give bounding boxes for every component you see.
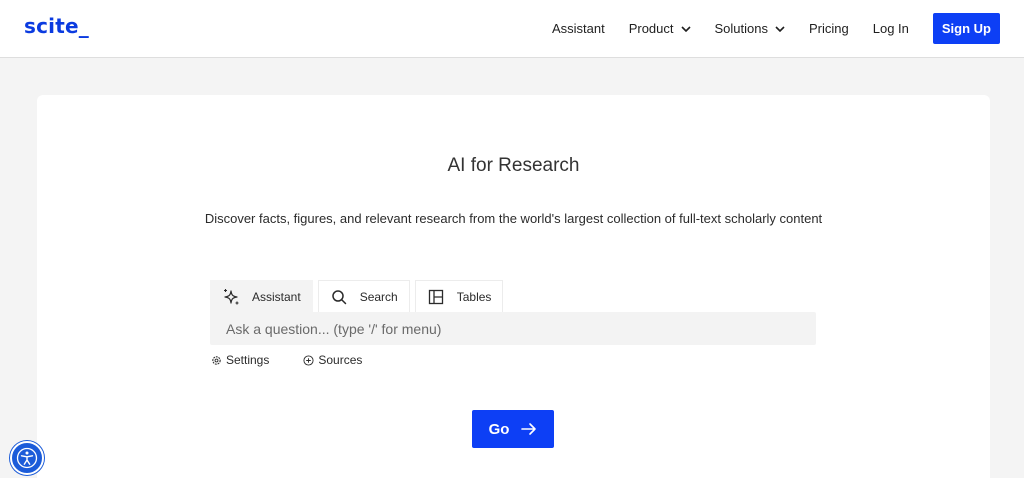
page-title: AI for Research	[447, 155, 580, 176]
settings-label: Settings	[226, 353, 270, 367]
tab-tables-label: Tables	[456, 290, 492, 304]
go-label: Go	[488, 420, 510, 438]
search-icon	[330, 288, 348, 306]
chevron-down-icon	[775, 25, 785, 32]
go-button[interactable]: Go	[472, 410, 554, 448]
nav-login[interactable]: Log In	[873, 21, 909, 36]
sources-label: Sources	[318, 353, 363, 367]
scite-logo[interactable]: scite_	[24, 14, 89, 38]
tab-assistant-label: Assistant	[252, 290, 301, 304]
tab-assistant[interactable]: Assistant	[210, 280, 313, 313]
top-navigation-bar: scite_ Assistant Product Solutions Prici…	[0, 0, 1024, 58]
nav-solutions-label: Solutions	[714, 21, 768, 36]
arrow-right-icon	[521, 423, 537, 435]
settings-button[interactable]: Settings	[211, 353, 269, 367]
sign-up-button[interactable]: Sign Up	[932, 13, 1000, 44]
nav-product-label: Product	[628, 21, 674, 36]
main-nav: Assistant Product Solutions Pricing Log …	[528, 13, 1000, 44]
table-icon	[427, 288, 445, 306]
nav-assistant-label: Assistant	[551, 21, 605, 36]
query-options: Settings Sources	[211, 353, 396, 367]
chevron-down-icon	[680, 25, 691, 32]
nav-login-label: Log In	[872, 21, 909, 36]
sources-button[interactable]: Sources	[303, 353, 362, 367]
page-subtitle: Discover facts, figures, and relevant re…	[204, 211, 823, 226]
nav-product[interactable]: Product	[629, 21, 691, 36]
accessibility-icon	[16, 447, 38, 469]
nav-solutions[interactable]: Solutions	[715, 21, 785, 36]
mode-tabs: Assistant Search Tables	[210, 280, 508, 313]
sparkles-icon	[222, 288, 240, 306]
tab-tables[interactable]: Tables	[414, 280, 504, 313]
nav-assistant[interactable]: Assistant	[552, 21, 605, 36]
nav-pricing-label: Pricing	[808, 21, 849, 36]
gear-icon	[212, 355, 221, 365]
tab-search[interactable]: Search	[317, 280, 410, 313]
accessibility-button[interactable]	[10, 441, 44, 475]
plus-circle-icon	[303, 354, 314, 366]
nav-pricing[interactable]: Pricing	[809, 21, 849, 36]
main-card: AI for Research Discover facts, figures,…	[37, 95, 990, 478]
tab-search-label: Search	[359, 290, 398, 304]
question-input[interactable]	[210, 312, 816, 345]
